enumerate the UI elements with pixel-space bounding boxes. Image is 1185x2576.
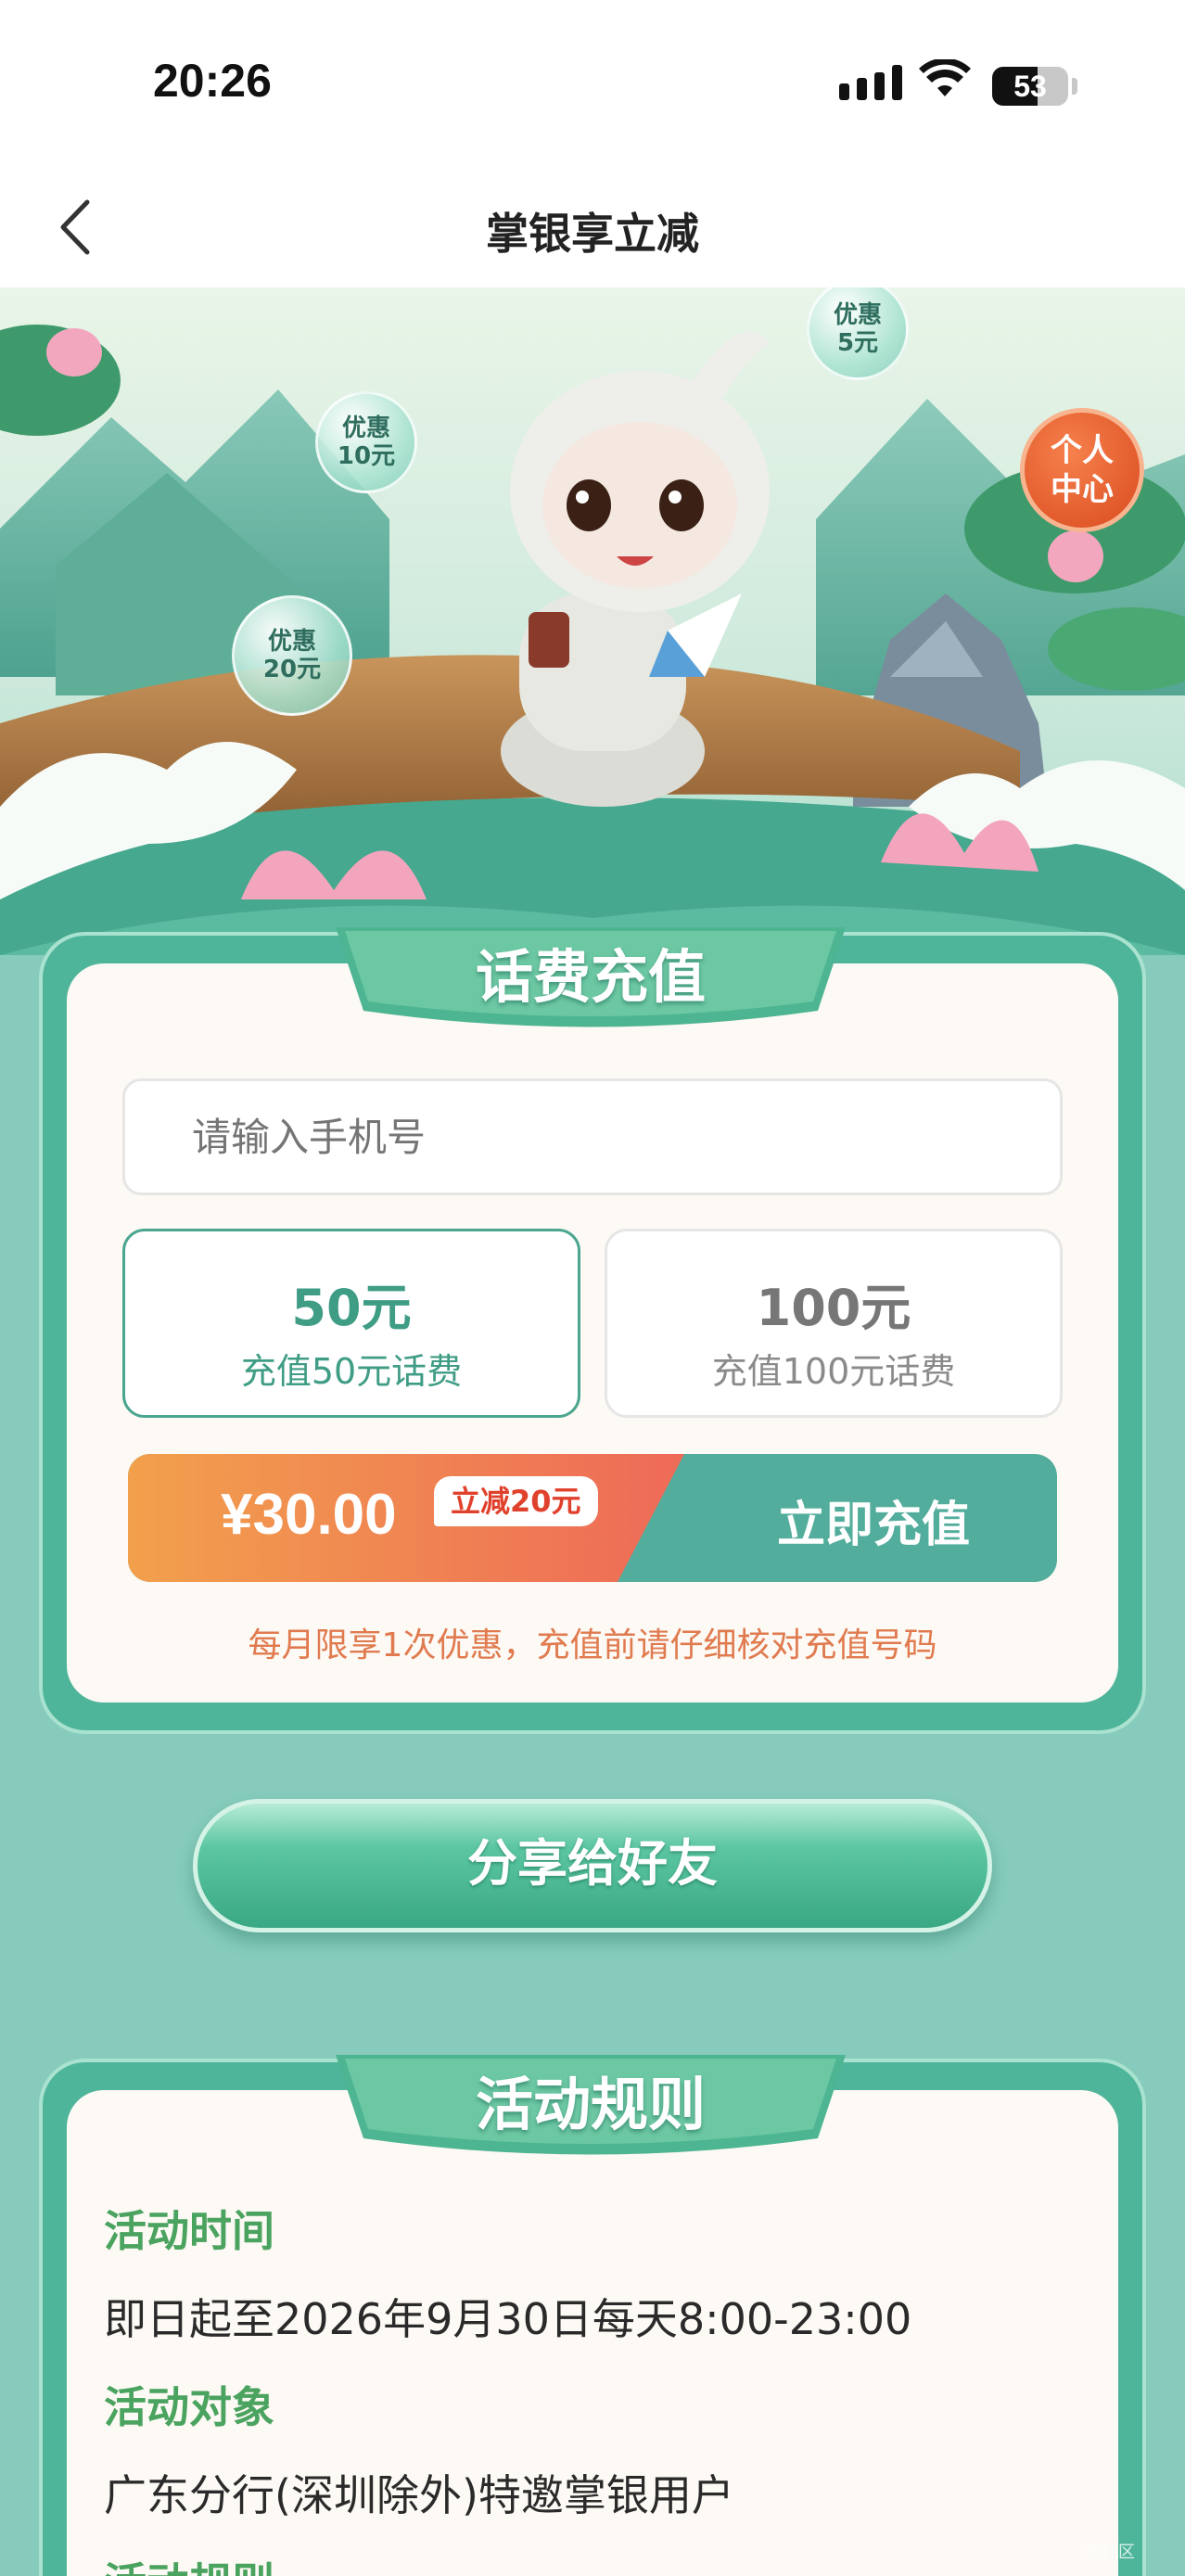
hero-banner: 优惠 5元 优惠 10元 优惠 20元 个人 中心 <box>0 287 1185 955</box>
rules-title: 活动规则 <box>475 2071 706 2138</box>
option-amount: 100元 <box>756 1279 911 1337</box>
option-desc: 充值50元话费 <box>240 1351 463 1392</box>
discount-bubble-20: 优惠 20元 <box>232 595 352 716</box>
battery-tip <box>1072 78 1077 95</box>
page-title: 掌银享立减 <box>486 209 699 259</box>
personal-center-button[interactable]: 个人 中心 <box>1020 408 1144 532</box>
bubble-line2: 5元 <box>836 329 879 357</box>
price: ¥30.00 <box>221 1483 397 1547</box>
rule-heading-time: 活动时间 <box>104 2206 274 2256</box>
bubble-line1: 优惠 <box>833 301 882 329</box>
recharge-notice: 每月限享1次优惠，充值前请仔细核对充值号码 <box>248 1626 937 1664</box>
landscape-illustration <box>0 287 1185 955</box>
price-area <box>128 1454 684 1582</box>
bubble-line1: 优惠 <box>341 414 390 442</box>
bubble-line2: 20元 <box>262 656 322 683</box>
status-bar: 20:26 53 <box>0 0 1185 167</box>
bubble-line2: 10元 <box>337 442 396 470</box>
bubble-line1: 优惠 <box>267 628 316 656</box>
rule-heading-rules: 活动规则 <box>104 2550 274 2576</box>
personal-center-line1: 个人 <box>1051 432 1114 469</box>
wifi-icon <box>919 59 971 96</box>
option-desc: 充值100元话费 <box>711 1351 956 1392</box>
rule-text-target: 广东分行(深圳除外)特邀掌银用户 <box>104 2470 734 2520</box>
pay-bar: ¥30.00 立减20元 立即充值 <box>128 1454 1057 1582</box>
discount-bubble-10: 优惠 10元 <box>315 391 417 493</box>
battery-icon: 53 <box>992 67 1068 106</box>
option-100[interactable]: 100元 充值100元话费 <box>605 1229 1063 1418</box>
option-amount: 50元 <box>291 1279 412 1337</box>
cellular-signal-icon <box>839 65 902 100</box>
nav-bar: 掌银享立减 <box>0 167 1185 287</box>
share-button[interactable]: 分享给好友 <box>193 1799 992 1932</box>
option-50[interactable]: 50元 充值50元话费 <box>122 1229 580 1418</box>
watermark: 农社区 <box>1085 2543 1135 2562</box>
battery-level: 53 <box>1013 70 1047 103</box>
recharge-now-button[interactable]: 立即充值 <box>777 1486 970 1555</box>
rule-text-time: 即日起至2026年9月30日每天8:00-23:00 <box>104 2294 912 2344</box>
rule-heading-target: 活动对象 <box>104 2382 274 2432</box>
personal-center-line2: 中心 <box>1051 471 1114 508</box>
recharge-title: 话费充值 <box>475 943 706 1011</box>
status-time: 20:26 <box>153 55 272 107</box>
discount-badge: 立减20元 <box>434 1476 598 1526</box>
phone-number-input[interactable] <box>122 1078 1063 1195</box>
